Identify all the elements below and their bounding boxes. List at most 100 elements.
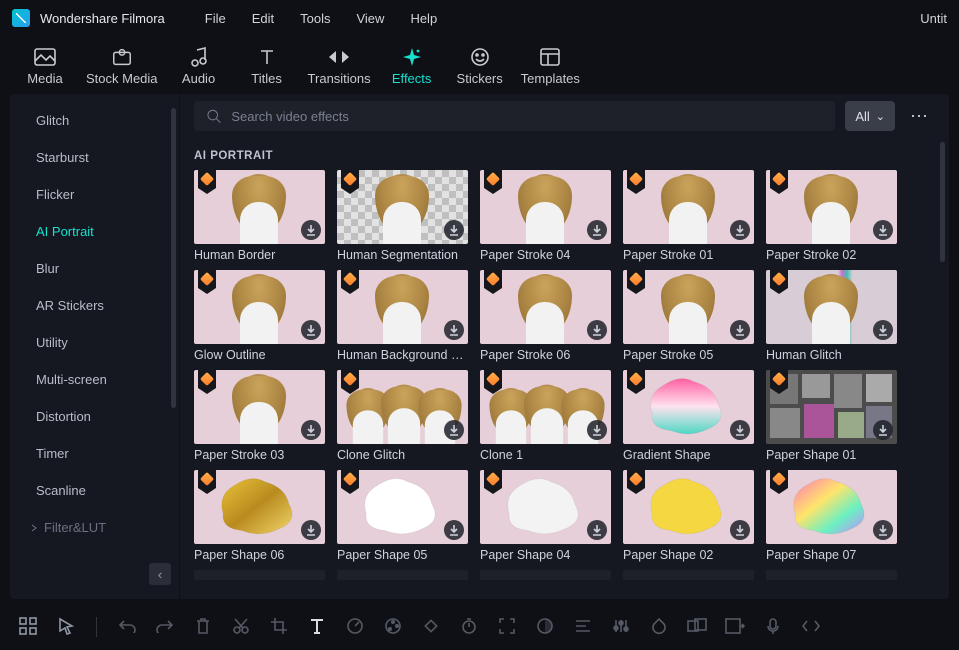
effect-card[interactable]: Human Border	[194, 170, 325, 262]
tab-templates[interactable]: Templates	[521, 47, 580, 86]
code-button[interactable]	[799, 615, 823, 639]
download-button[interactable]	[444, 420, 464, 440]
effect-card[interactable]: Human Background Bl…	[337, 270, 468, 362]
download-button[interactable]	[730, 420, 750, 440]
color-button[interactable]	[381, 615, 405, 639]
crop-button[interactable]	[267, 615, 291, 639]
effect-card[interactable]: Paper Stroke 02	[766, 170, 897, 262]
download-button[interactable]	[587, 520, 607, 540]
effect-card[interactable]: Paper Stroke 06	[480, 270, 611, 362]
speed-button[interactable]	[343, 615, 367, 639]
tab-titles[interactable]: Titles	[240, 47, 294, 86]
effect-card[interactable]: Clone 1	[480, 370, 611, 462]
effect-card[interactable]: Paper Stroke 05	[623, 270, 754, 362]
effect-card[interactable]: Paper Stroke 04	[480, 170, 611, 262]
sidebar-item-ai-portrait[interactable]: AI Portrait	[10, 213, 179, 250]
search-input[interactable]	[231, 109, 823, 124]
sidebar-scroll[interactable]: GlitchStarburstFlickerAI PortraitBlurAR …	[10, 102, 179, 559]
download-button[interactable]	[587, 420, 607, 440]
timer-button[interactable]	[457, 615, 481, 639]
effect-card[interactable]	[623, 570, 754, 580]
effect-card[interactable]: Glow Outline	[194, 270, 325, 362]
sidebar-item-blur[interactable]: Blur	[10, 250, 179, 287]
search-box[interactable]	[194, 101, 835, 131]
menu-edit[interactable]: Edit	[252, 11, 274, 26]
menu-help[interactable]: Help	[410, 11, 437, 26]
effect-card[interactable]	[337, 570, 468, 580]
effect-card[interactable]: Paper Shape 04	[480, 470, 611, 562]
download-button[interactable]	[730, 520, 750, 540]
download-button[interactable]	[444, 320, 464, 340]
download-button[interactable]	[730, 220, 750, 240]
download-button[interactable]	[301, 520, 321, 540]
effect-card[interactable]	[194, 570, 325, 580]
download-button[interactable]	[730, 320, 750, 340]
voiceover-button[interactable]	[761, 615, 785, 639]
mask-button[interactable]	[533, 615, 557, 639]
sidebar-item-timer[interactable]: Timer	[10, 435, 179, 472]
keyframe-button[interactable]	[419, 615, 443, 639]
effect-card[interactable]: Paper Shape 02	[623, 470, 754, 562]
fit-button[interactable]	[495, 615, 519, 639]
grid-button[interactable]	[16, 615, 40, 639]
sidebar-item-starburst[interactable]: Starburst	[10, 139, 179, 176]
download-button[interactable]	[873, 520, 893, 540]
group-button[interactable]	[685, 615, 709, 639]
download-button[interactable]	[301, 320, 321, 340]
sidebar-item-flicker[interactable]: Flicker	[10, 176, 179, 213]
sidebar-item-ar-stickers[interactable]: AR Stickers	[10, 287, 179, 324]
effect-card[interactable]: Paper Shape 05	[337, 470, 468, 562]
undo-button[interactable]	[115, 615, 139, 639]
effect-card[interactable]: Paper Stroke 03	[194, 370, 325, 462]
sidebar-item-glitch[interactable]: Glitch	[10, 102, 179, 139]
effect-card[interactable]: Paper Shape 06	[194, 470, 325, 562]
pointer-button[interactable]	[54, 615, 78, 639]
more-options-button[interactable]: ⋯	[905, 101, 935, 131]
download-button[interactable]	[873, 320, 893, 340]
menu-view[interactable]: View	[356, 11, 384, 26]
sidebar-item-utility[interactable]: Utility	[10, 324, 179, 361]
export-frame-button[interactable]	[723, 615, 747, 639]
tab-transitions[interactable]: Transitions	[308, 47, 371, 86]
download-button[interactable]	[301, 220, 321, 240]
effect-card[interactable]: Human Segmentation	[337, 170, 468, 262]
download-button[interactable]	[873, 420, 893, 440]
cut-button[interactable]	[229, 615, 253, 639]
sidebar-scrollbar[interactable]	[171, 108, 176, 408]
effect-card[interactable]: Paper Shape 07	[766, 470, 897, 562]
tab-stickers[interactable]: Stickers	[453, 47, 507, 86]
effect-card[interactable]	[766, 570, 897, 580]
content-scrollbar[interactable]	[940, 142, 945, 262]
sidebar-item-distortion[interactable]: Distortion	[10, 398, 179, 435]
menu-tools[interactable]: Tools	[300, 11, 330, 26]
menu-file[interactable]: File	[205, 11, 226, 26]
download-button[interactable]	[587, 220, 607, 240]
align-button[interactable]	[571, 615, 595, 639]
download-button[interactable]	[301, 420, 321, 440]
redo-button[interactable]	[153, 615, 177, 639]
tab-effects[interactable]: Effects	[385, 47, 439, 86]
sidebar-item-multi-screen[interactable]: Multi-screen	[10, 361, 179, 398]
tab-stockmedia[interactable]: Stock Media	[86, 47, 158, 86]
effect-card[interactable]: Paper Shape 01	[766, 370, 897, 462]
download-button[interactable]	[873, 220, 893, 240]
download-button[interactable]	[444, 220, 464, 240]
effects-grid-wrap[interactable]: Human Border Human Segmentation Paper St…	[180, 166, 949, 599]
filter-dropdown[interactable]: All ⌄	[845, 101, 895, 131]
equalizer-button[interactable]	[609, 615, 633, 639]
text-tool-button[interactable]	[305, 615, 329, 639]
trash-button[interactable]	[191, 615, 215, 639]
tab-media[interactable]: Media	[18, 47, 72, 86]
download-button[interactable]	[444, 520, 464, 540]
sidebar-item-filter-lut[interactable]: Filter&LUT	[10, 509, 179, 546]
effect-card[interactable]: Paper Stroke 01	[623, 170, 754, 262]
sidebar-item-scanline[interactable]: Scanline	[10, 472, 179, 509]
effect-card[interactable]: Gradient Shape	[623, 370, 754, 462]
effect-card[interactable]: Clone Glitch	[337, 370, 468, 462]
chroma-button[interactable]	[647, 615, 671, 639]
effect-card[interactable]	[480, 570, 611, 580]
effect-card[interactable]: Human Glitch	[766, 270, 897, 362]
download-button[interactable]	[587, 320, 607, 340]
tab-audio[interactable]: Audio	[172, 47, 226, 86]
collapse-sidebar-button[interactable]: ‹	[149, 563, 171, 585]
